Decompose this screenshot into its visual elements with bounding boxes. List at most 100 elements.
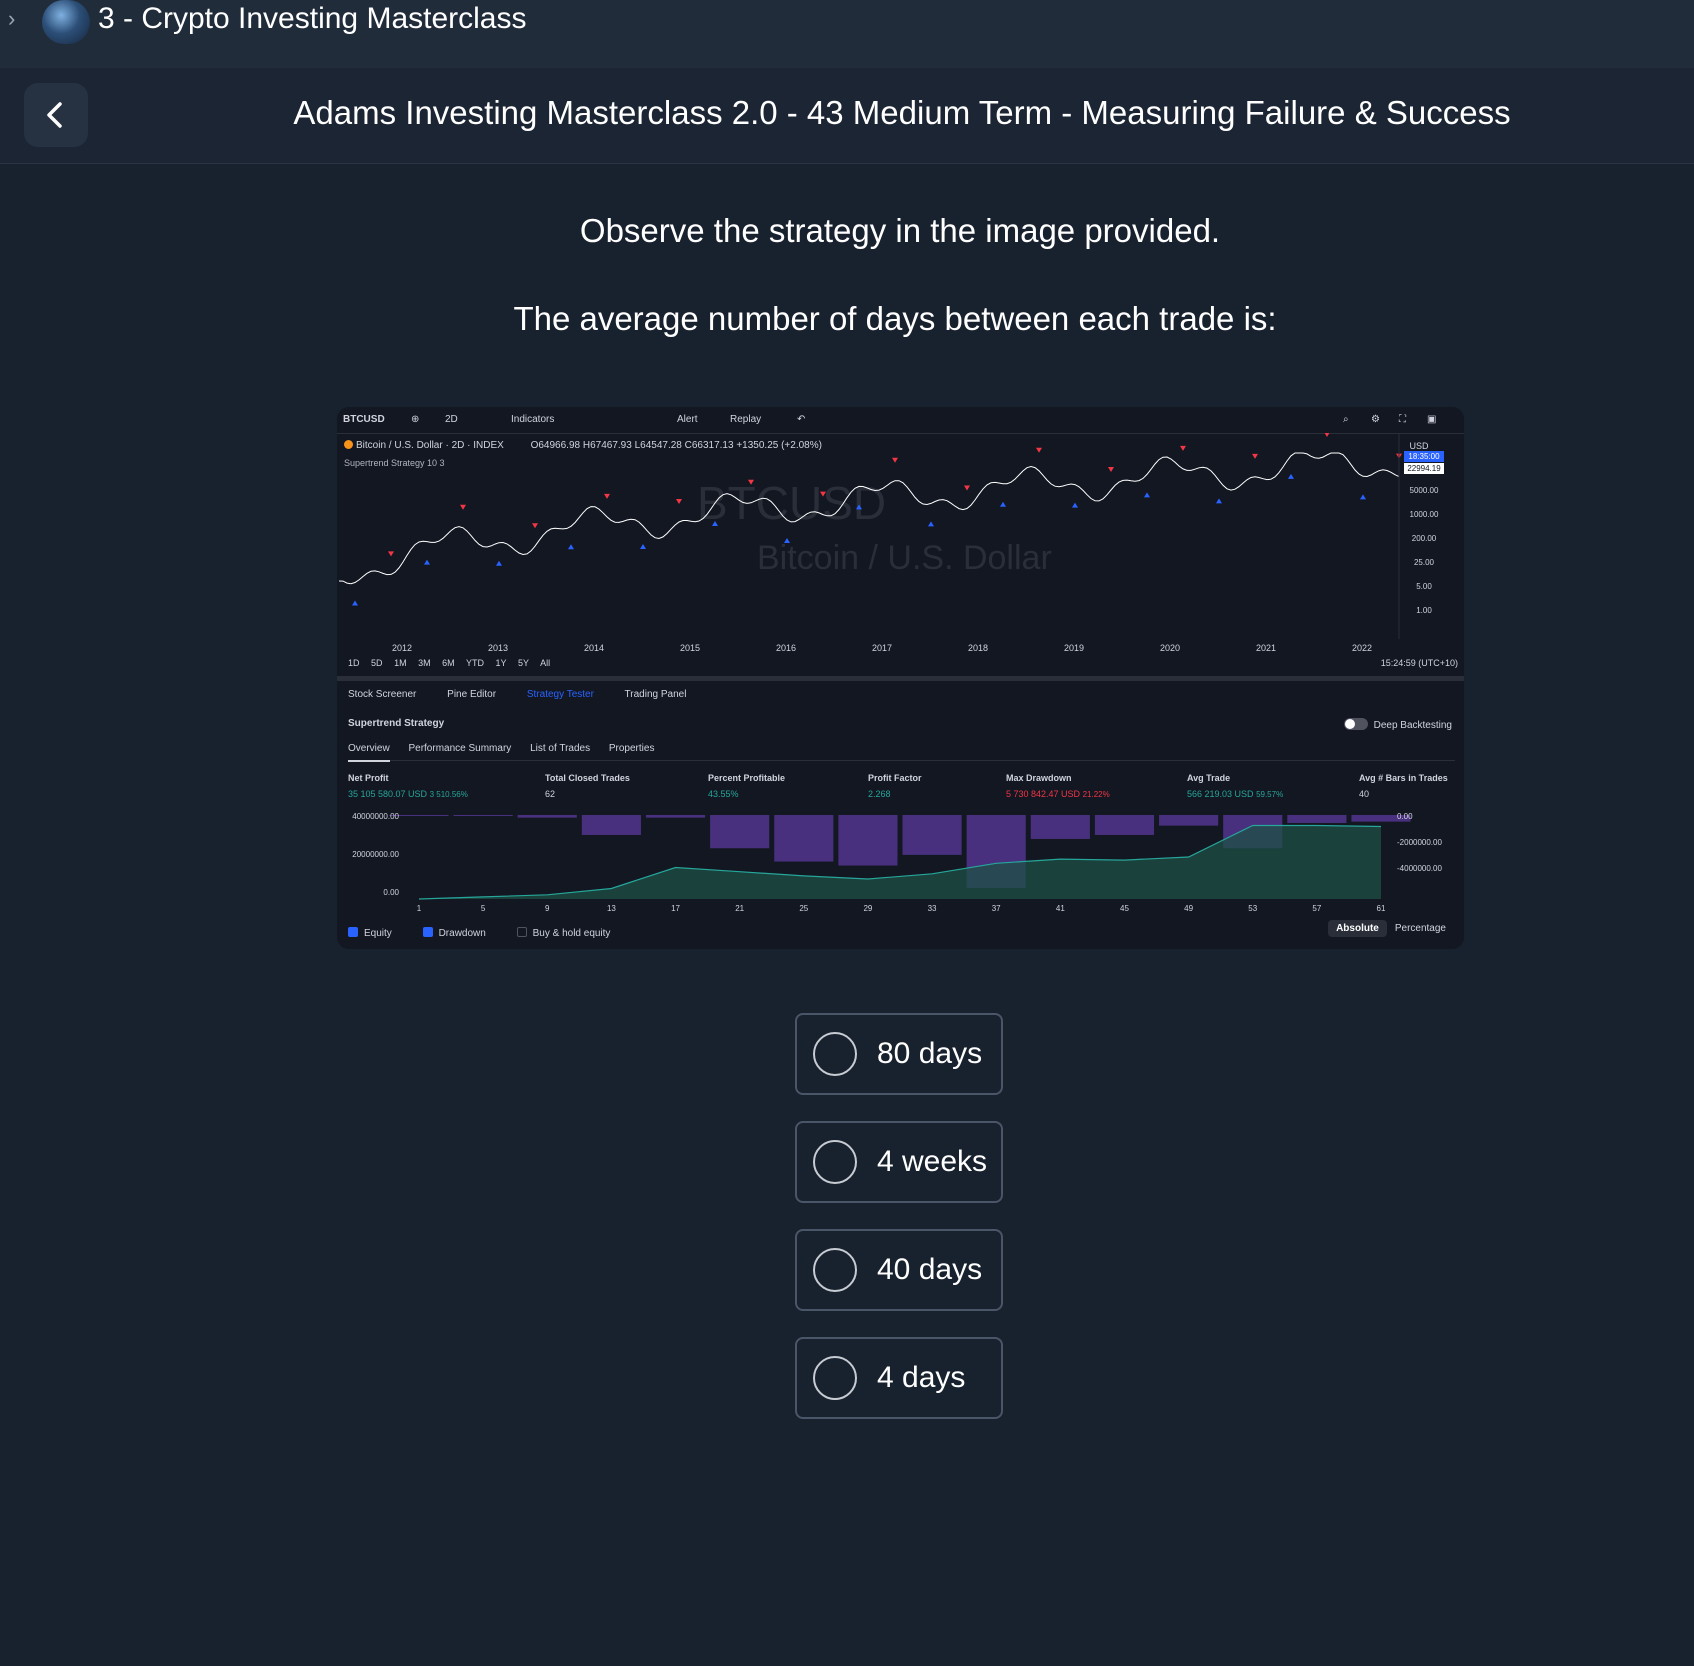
replay-label: Replay	[730, 414, 762, 425]
year-axis-tick: 2017	[872, 643, 892, 653]
metric-label: Net Profit	[348, 773, 389, 783]
long-entry-marker	[1144, 492, 1150, 498]
trade-axis-tick: 37	[992, 904, 1001, 913]
long-entry-marker	[928, 521, 934, 527]
trade-axis-tick: 41	[1056, 904, 1065, 913]
trade-axis-tick: 49	[1184, 904, 1193, 913]
display-mode: Absolute Percentage	[1328, 920, 1446, 937]
price-axis-tick: 5.00	[1416, 582, 1432, 591]
drawdown-axis-tick: -4000000.00	[1397, 864, 1442, 873]
metric-value: 566 219.03 USD	[1187, 789, 1254, 799]
tab-pine-editor: Pine Editor	[447, 689, 497, 700]
trade-axis-tick: 9	[545, 904, 550, 913]
long-entry-marker	[1216, 498, 1222, 504]
long-entry-marker	[1072, 502, 1078, 508]
alert-label: Alert	[677, 414, 698, 425]
tab-stock-screener: Stock Screener	[348, 689, 417, 700]
drawdown-axis-tick: -2000000.00	[1397, 838, 1442, 847]
answer-option-2[interactable]: 4 weeks	[795, 1121, 1003, 1203]
year-axis-tick: 2022	[1352, 643, 1372, 653]
trade-axis-tick: 57	[1312, 904, 1321, 913]
trade-axis-tick: 45	[1120, 904, 1129, 913]
equity-axis-tick: 40000000.00	[352, 812, 399, 821]
range-selector: 1D 5D 1M 3M 6M YTD 1Y 5Y All	[348, 658, 559, 668]
subtab-overview: Overview	[348, 743, 390, 762]
subtab-properties: Properties	[608, 743, 655, 754]
year-axis-tick: 2013	[488, 643, 508, 653]
drawdown-bar	[1159, 815, 1219, 826]
metric-value: 5 730 842.47 USD	[1006, 789, 1081, 799]
short-entry-marker	[1324, 433, 1330, 437]
currency-label: USD	[1409, 441, 1429, 451]
drawdown-bar	[1030, 815, 1090, 839]
interval-label: 2D	[445, 414, 458, 425]
range-1m: 1M	[394, 658, 407, 668]
range-all: All	[540, 658, 551, 668]
subtab-list-of-trades: List of Trades	[530, 743, 591, 754]
answer-option-1[interactable]: 80 days	[795, 1013, 1003, 1095]
checkbox-checked-icon	[348, 927, 358, 937]
equity-checkbox-label: Equity	[364, 928, 392, 939]
range-3m: 3M	[418, 658, 431, 668]
drawdown-bar	[710, 815, 770, 849]
radio-button[interactable]	[813, 1032, 857, 1076]
tradingview-chart-image: BTCUSD ⊕ 2D Indicators Alert Replay ↶ ⌕ …	[337, 407, 1464, 949]
long-entry-marker	[1288, 473, 1294, 479]
camera-icon: ▣	[1427, 414, 1437, 425]
trade-axis-tick: 61	[1377, 904, 1386, 913]
year-axis-tick: 2014	[584, 643, 604, 653]
metric-label: Total Closed Trades	[545, 773, 630, 783]
expand-chevron-icon[interactable]: ›	[8, 6, 15, 32]
year-axis-tick: 2018	[968, 643, 988, 653]
watermark-name: Bitcoin / U.S. Dollar	[757, 539, 1052, 577]
trade-axis-tick: 5	[481, 904, 486, 913]
checkbox-checked-icon	[422, 927, 433, 937]
course-avatar	[42, 0, 90, 44]
long-entry-marker	[1360, 494, 1366, 500]
trade-axis-tick: 33	[928, 904, 937, 913]
indicators-label: Indicators	[511, 414, 555, 425]
short-entry-marker	[1180, 445, 1186, 451]
metric-value: 43.55%	[708, 789, 739, 799]
radio-button[interactable]	[813, 1248, 857, 1292]
subtab-performance-summary: Performance Summary	[408, 743, 512, 754]
range-1y: 1Y	[495, 658, 507, 668]
radio-button[interactable]	[813, 1356, 857, 1400]
chart-toolbar: BTCUSD ⊕ 2D Indicators Alert Replay ↶ ⌕ …	[337, 407, 1464, 434]
equity-chart: 40000000.00 20000000.00 0.00 0.00 -2000000.0…	[352, 812, 1442, 913]
metric-value: 62	[545, 789, 556, 799]
short-entry-marker	[604, 493, 610, 499]
metric-avg-bars: Avg # Bars in Trades 40	[1359, 773, 1448, 799]
price-axis-tick: 5000.00	[1410, 486, 1439, 495]
radio-button[interactable]	[813, 1140, 857, 1184]
trade-axis-tick: 1	[417, 904, 422, 913]
drawdown-checkbox-label: Drawdown	[438, 928, 486, 939]
metric-max-drawdown: Max Drawdown 5 730 842.47 USD 21.22%	[1006, 773, 1110, 799]
range-5y: 5Y	[518, 658, 530, 668]
short-entry-marker	[676, 499, 682, 505]
question-instruction: Observe the strategy in the image provid…	[579, 212, 1221, 249]
equity-area	[419, 825, 1381, 899]
short-entry-marker	[964, 485, 970, 491]
chart-clock: 15:24:59 (UTC+10)	[1380, 658, 1458, 668]
year-axis-tick: 2021	[1256, 643, 1276, 653]
year-axis-tick: 2019	[1064, 643, 1084, 653]
price-axis-tick: 25.00	[1414, 558, 1435, 567]
equity-options: Equity Drawdown Buy & hold equity	[348, 927, 638, 939]
equity-axis-tick: 0.00	[383, 888, 399, 897]
range-6m: 6M	[442, 658, 455, 668]
price-axis-tick: 1.00	[1416, 606, 1432, 615]
answer-option-4[interactable]: 4 days	[795, 1337, 1003, 1419]
strategy-name: Supertrend Strategy	[348, 718, 445, 729]
trade-axis-tick: 17	[671, 904, 680, 913]
undo-icon: ↶	[797, 414, 806, 425]
answer-label: 40 days	[877, 1253, 983, 1286]
tab-trading-panel: Trading Panel	[624, 689, 687, 700]
lesson-title: Adams Investing Masterclass 2.0 - 43 Med…	[293, 94, 1511, 131]
trade-axis-tick: 25	[799, 904, 808, 913]
absolute-mode: Absolute	[1328, 920, 1387, 937]
range-5d: 5D	[371, 658, 383, 668]
short-entry-marker	[532, 523, 538, 529]
drawdown-bar	[581, 815, 641, 835]
answer-option-3[interactable]: 40 days	[795, 1229, 1003, 1311]
